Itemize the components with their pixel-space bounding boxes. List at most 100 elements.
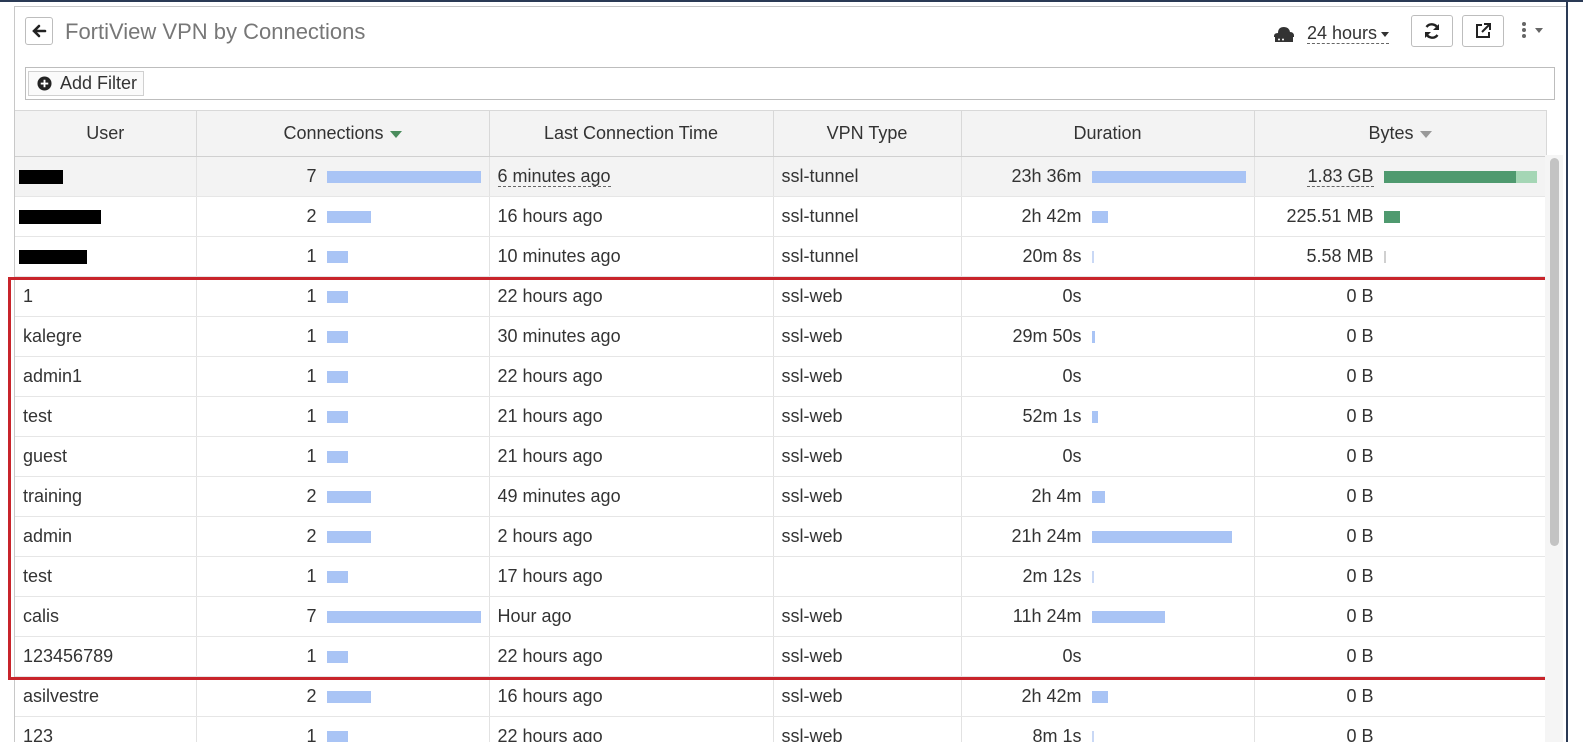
cell-last-connection-time[interactable]: 17 hours ago — [489, 556, 774, 597]
cell-bytes[interactable]: 0 B — [1254, 356, 1547, 397]
cell-vpn-type[interactable]: ssl-web — [773, 676, 962, 717]
cell-bytes[interactable]: 0 B — [1254, 276, 1547, 317]
cell-bytes[interactable]: 0 B — [1254, 716, 1547, 742]
column-header-last-connection-time[interactable]: Last Connection Time — [489, 110, 774, 157]
cell-last-connection-time[interactable]: 22 hours ago — [489, 276, 774, 317]
cell-duration[interactable]: 29m 50s — [961, 316, 1255, 357]
cell-duration[interactable]: 52m 1s — [961, 396, 1255, 437]
cell-vpn-type[interactable]: ssl-web — [773, 636, 962, 677]
cell-duration[interactable]: 21h 24m — [961, 516, 1255, 557]
cell-bytes[interactable]: 0 B — [1254, 676, 1547, 717]
cell-last-connection-time[interactable]: 10 minutes ago — [489, 236, 774, 277]
cell-vpn-type[interactable]: ssl-tunnel — [773, 236, 962, 277]
cell-bytes[interactable]: 5.58 MB — [1254, 236, 1547, 277]
table-row[interactable]: guest 1 21 hours ago ssl-web 0s 0 B — [15, 436, 1547, 477]
cell-connections[interactable]: 2 — [196, 196, 490, 237]
cell-duration[interactable]: 0s — [961, 276, 1255, 317]
cell-connections[interactable]: 1 — [196, 716, 490, 742]
cell-connections[interactable]: 1 — [196, 236, 490, 277]
table-row[interactable]: admin1 1 22 hours ago ssl-web 0s 0 B — [15, 356, 1547, 397]
cell-bytes[interactable]: 0 B — [1254, 436, 1547, 477]
cell-bytes[interactable]: 0 B — [1254, 636, 1547, 677]
cell-duration[interactable]: 2h 42m — [961, 196, 1255, 237]
cell-connections[interactable]: 1 — [196, 276, 490, 317]
cell-connections[interactable]: 1 — [196, 316, 490, 357]
cell-duration[interactable]: 20m 8s — [961, 236, 1255, 277]
scrollbar-thumb[interactable] — [1550, 158, 1559, 546]
filter-bar[interactable]: Add Filter — [25, 67, 1555, 100]
table-row[interactable]: 1 10 minutes ago ssl-tunnel 20m 8s 5.58 MB — [15, 236, 1547, 277]
back-button[interactable] — [25, 17, 53, 45]
cell-user[interactable]: 123 — [15, 716, 197, 742]
cell-bytes[interactable]: 0 B — [1254, 596, 1547, 637]
cell-user[interactable] — [15, 236, 197, 277]
cell-user[interactable]: admin — [15, 516, 197, 557]
cell-vpn-type[interactable]: ssl-web — [773, 396, 962, 437]
cell-connections[interactable]: 1 — [196, 636, 490, 677]
cell-vpn-type[interactable] — [773, 556, 962, 597]
cell-user[interactable] — [15, 196, 197, 237]
cell-duration[interactable]: 8m 1s — [961, 716, 1255, 742]
cell-last-connection-time[interactable]: 49 minutes ago — [489, 476, 774, 517]
cell-duration[interactable]: 0s — [961, 356, 1255, 397]
cell-duration[interactable]: 2h 4m — [961, 476, 1255, 517]
table-row[interactable]: training 2 49 minutes ago ssl-web 2h 4m 0 B — [15, 476, 1547, 517]
table-row[interactable]: 123 1 22 hours ago ssl-web 8m 1s 0 B — [15, 716, 1547, 742]
table-row[interactable]: 7 6 minutes ago ssl-tunnel 23h 36m 1.83 GB — [15, 156, 1547, 197]
cell-last-connection-time[interactable]: 16 hours ago — [489, 196, 774, 237]
table-row[interactable]: test 1 21 hours ago ssl-web 52m 1s 0 B — [15, 396, 1547, 437]
open-external-button[interactable] — [1462, 15, 1504, 47]
cell-connections[interactable]: 7 — [196, 596, 490, 637]
cell-last-connection-time[interactable]: 22 hours ago — [489, 636, 774, 677]
cell-connections[interactable]: 2 — [196, 516, 490, 557]
cell-vpn-type[interactable]: ssl-tunnel — [773, 196, 962, 237]
cell-vpn-type[interactable]: ssl-web — [773, 476, 962, 517]
table-row[interactable]: calis 7 Hour ago ssl-web 11h 24m 0 B — [15, 596, 1547, 637]
refresh-button[interactable] — [1411, 15, 1453, 47]
cell-last-connection-time[interactable]: 22 hours ago — [489, 356, 774, 397]
cell-duration[interactable]: 2h 42m — [961, 676, 1255, 717]
cell-connections[interactable]: 1 — [196, 396, 490, 437]
table-row[interactable]: kalegre 1 30 minutes ago ssl-web 29m 50s 0 B — [15, 316, 1547, 357]
cell-user[interactable]: training — [15, 476, 197, 517]
cell-connections[interactable]: 7 — [196, 156, 490, 197]
table-row[interactable]: 2 16 hours ago ssl-tunnel 2h 42m 225.51 MB — [15, 196, 1547, 237]
cell-last-connection-time[interactable]: 2 hours ago — [489, 516, 774, 557]
bytes-value[interactable]: 1.83 GB — [1307, 166, 1374, 187]
table-row[interactable]: test 1 17 hours ago 2m 12s 0 B — [15, 556, 1547, 597]
column-header-connections[interactable]: Connections — [196, 110, 490, 157]
column-header-user[interactable]: User — [15, 110, 197, 157]
cell-connections[interactable]: 2 — [196, 476, 490, 517]
cell-vpn-type[interactable]: ssl-web — [773, 316, 962, 357]
cell-vpn-type[interactable]: ssl-web — [773, 516, 962, 557]
cell-last-connection-time[interactable]: 30 minutes ago — [489, 316, 774, 357]
cell-connections[interactable]: 1 — [196, 556, 490, 597]
cell-vpn-type[interactable]: ssl-web — [773, 716, 962, 742]
cell-connections[interactable]: 1 — [196, 436, 490, 477]
table-row[interactable]: asilvestre 2 16 hours ago ssl-web 2h 42m 0 B — [15, 676, 1547, 717]
cell-duration[interactable]: 23h 36m — [961, 156, 1255, 197]
cell-bytes[interactable]: 1.83 GB — [1254, 156, 1547, 197]
cell-bytes[interactable]: 0 B — [1254, 316, 1547, 357]
cell-last-connection-time[interactable]: 6 minutes ago — [489, 156, 774, 197]
cell-vpn-type[interactable]: ssl-web — [773, 436, 962, 477]
cell-duration[interactable]: 11h 24m — [961, 596, 1255, 637]
cell-user[interactable]: admin1 — [15, 356, 197, 397]
cell-user[interactable]: kalegre — [15, 316, 197, 357]
cell-vpn-type[interactable]: ssl-web — [773, 356, 962, 397]
cell-bytes[interactable]: 225.51 MB — [1254, 196, 1547, 237]
column-header-bytes[interactable]: Bytes — [1254, 110, 1547, 157]
time-range-selector[interactable]: 24 hours — [1273, 23, 1390, 44]
cell-user[interactable]: 1 — [15, 276, 197, 317]
cell-duration[interactable]: 2m 12s — [961, 556, 1255, 597]
cell-user[interactable]: guest — [15, 436, 197, 477]
column-header-duration[interactable]: Duration — [961, 110, 1255, 157]
cell-user[interactable]: test — [15, 556, 197, 597]
cell-duration[interactable]: 0s — [961, 436, 1255, 477]
cell-last-connection-time[interactable]: 21 hours ago — [489, 436, 774, 477]
cell-last-connection-time[interactable]: 16 hours ago — [489, 676, 774, 717]
cell-bytes[interactable]: 0 B — [1254, 516, 1547, 557]
time-range-dropdown[interactable]: 24 hours — [1307, 23, 1390, 44]
cell-vpn-type[interactable]: ssl-tunnel — [773, 156, 962, 197]
cell-last-connection-time[interactable]: Hour ago — [489, 596, 774, 637]
